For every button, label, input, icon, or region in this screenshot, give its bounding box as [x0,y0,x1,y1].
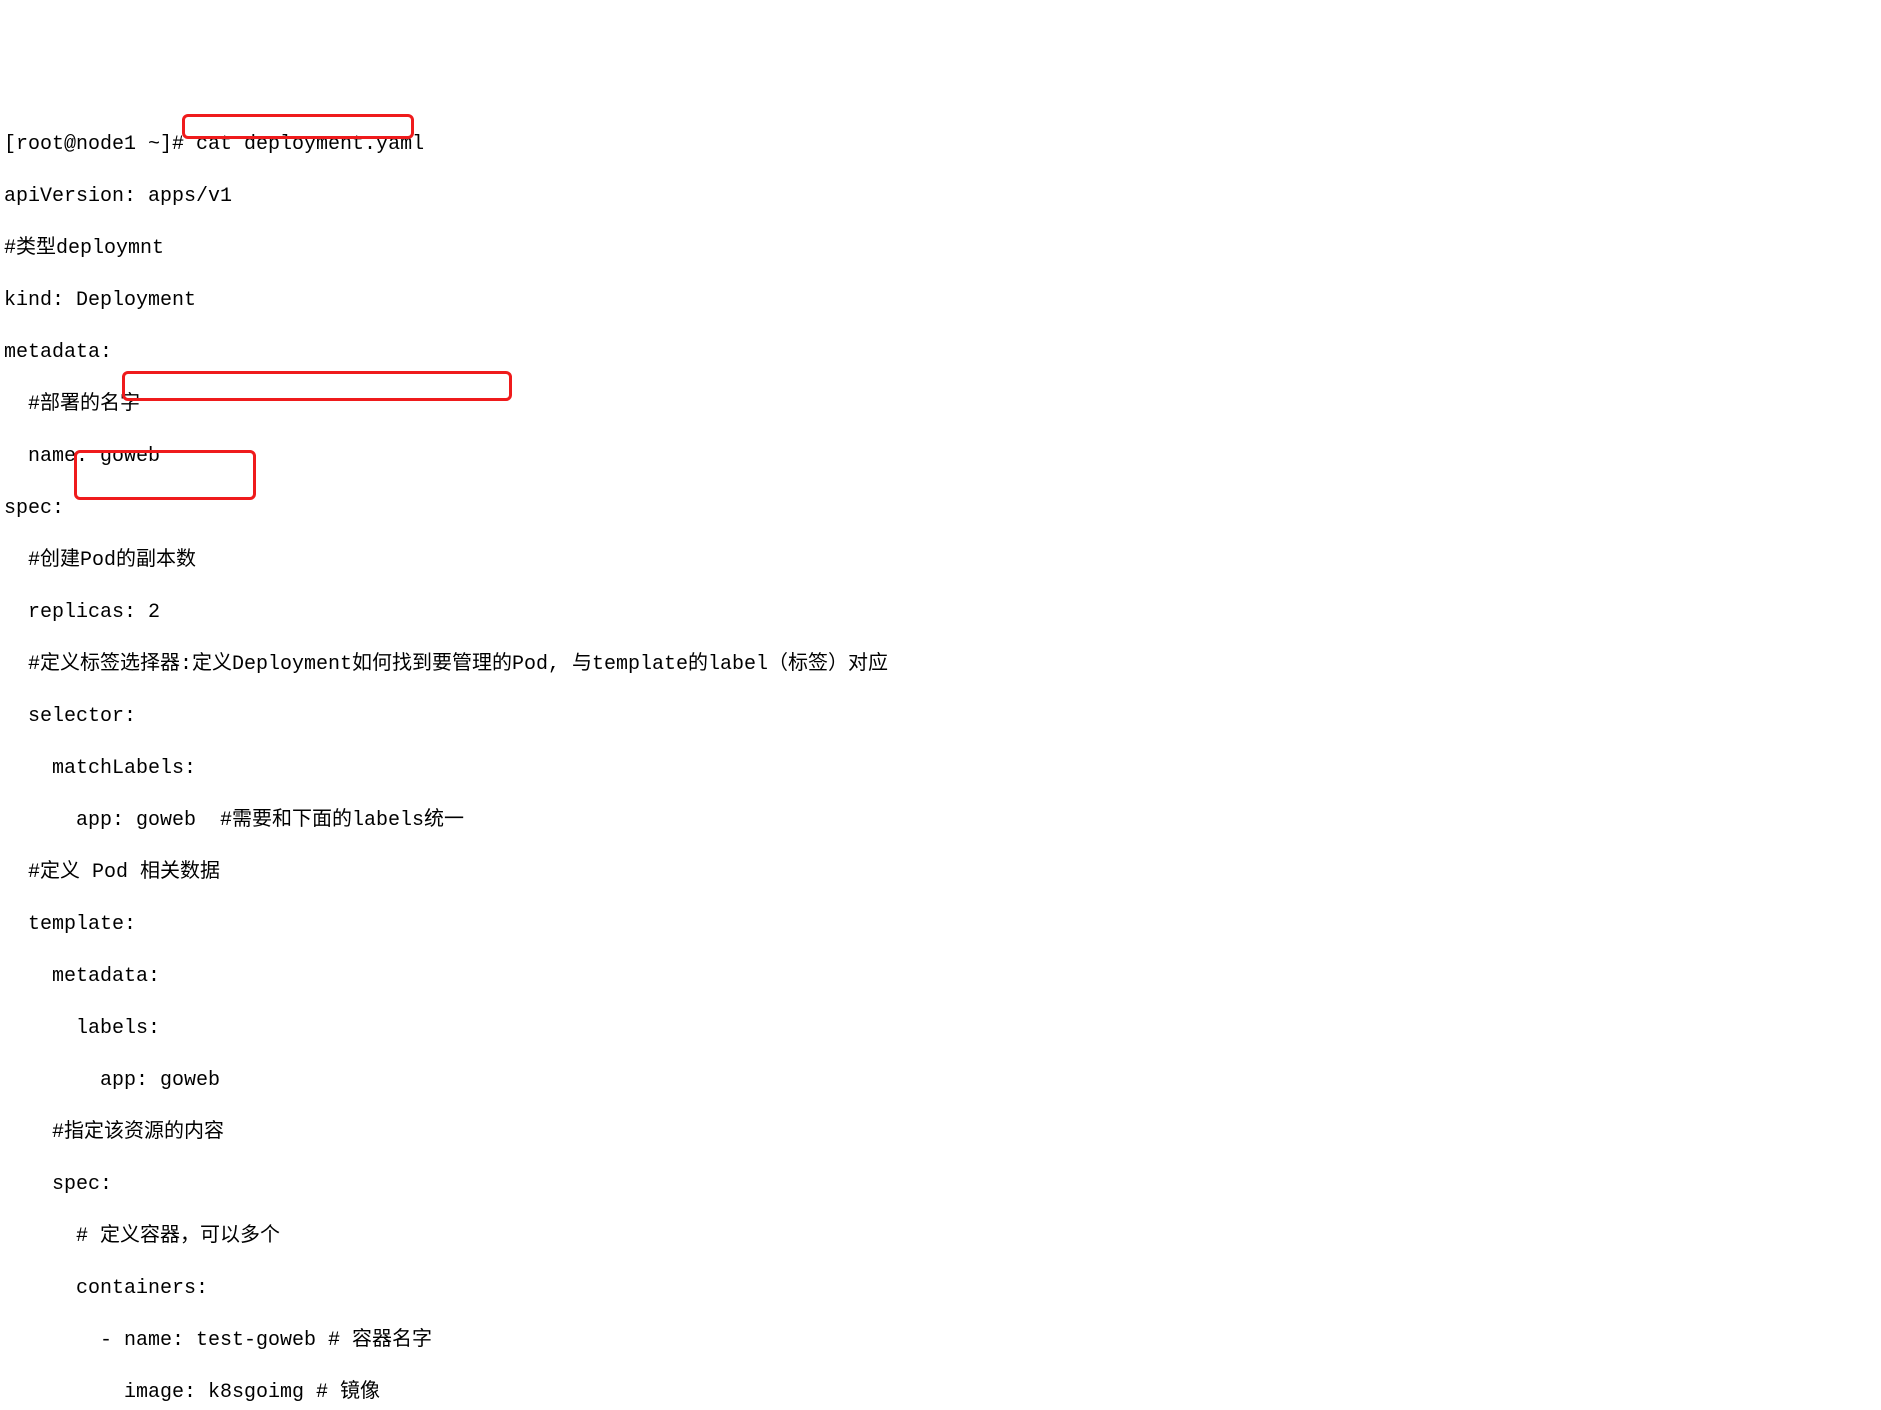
terminal-line: [root@node1 ~]# cat deployment.yaml [4,132,1877,158]
terminal-line: app: goweb [4,1068,1877,1094]
terminal-line: labels: [4,1016,1877,1042]
terminal-output: [root@node1 ~]# cat deployment.yaml apiV… [4,106,1877,1410]
terminal-line: app: goweb #需要和下面的labels统一 [4,808,1877,834]
terminal-line: matchLabels: [4,756,1877,782]
terminal-line: #定义 Pod 相关数据 [4,860,1877,886]
terminal-line: metadata: [4,964,1877,990]
terminal-line: #类型deploymnt [4,236,1877,262]
terminal-line: image: k8sgoimg # 镜像 [4,1380,1877,1406]
terminal-line: #指定该资源的内容 [4,1120,1877,1146]
terminal-line: - name: test-goweb # 容器名字 [4,1328,1877,1354]
terminal-line: #定义标签选择器:定义Deployment如何找到要管理的Pod, 与templ… [4,652,1877,678]
terminal-line: selector: [4,704,1877,730]
terminal-line: replicas: 2 [4,600,1877,626]
terminal-line: # 定义容器，可以多个 [4,1224,1877,1250]
terminal-line: containers: [4,1276,1877,1302]
terminal-line: kind: Deployment [4,288,1877,314]
terminal-line: template: [4,912,1877,938]
terminal-line: #创建Pod的副本数 [4,548,1877,574]
terminal-line: apiVersion: apps/v1 [4,184,1877,210]
terminal-line: #部署的名字 [4,392,1877,418]
terminal-line: metadata: [4,340,1877,366]
terminal-line: name: goweb [4,444,1877,470]
terminal-line: spec: [4,496,1877,522]
terminal-line: spec: [4,1172,1877,1198]
